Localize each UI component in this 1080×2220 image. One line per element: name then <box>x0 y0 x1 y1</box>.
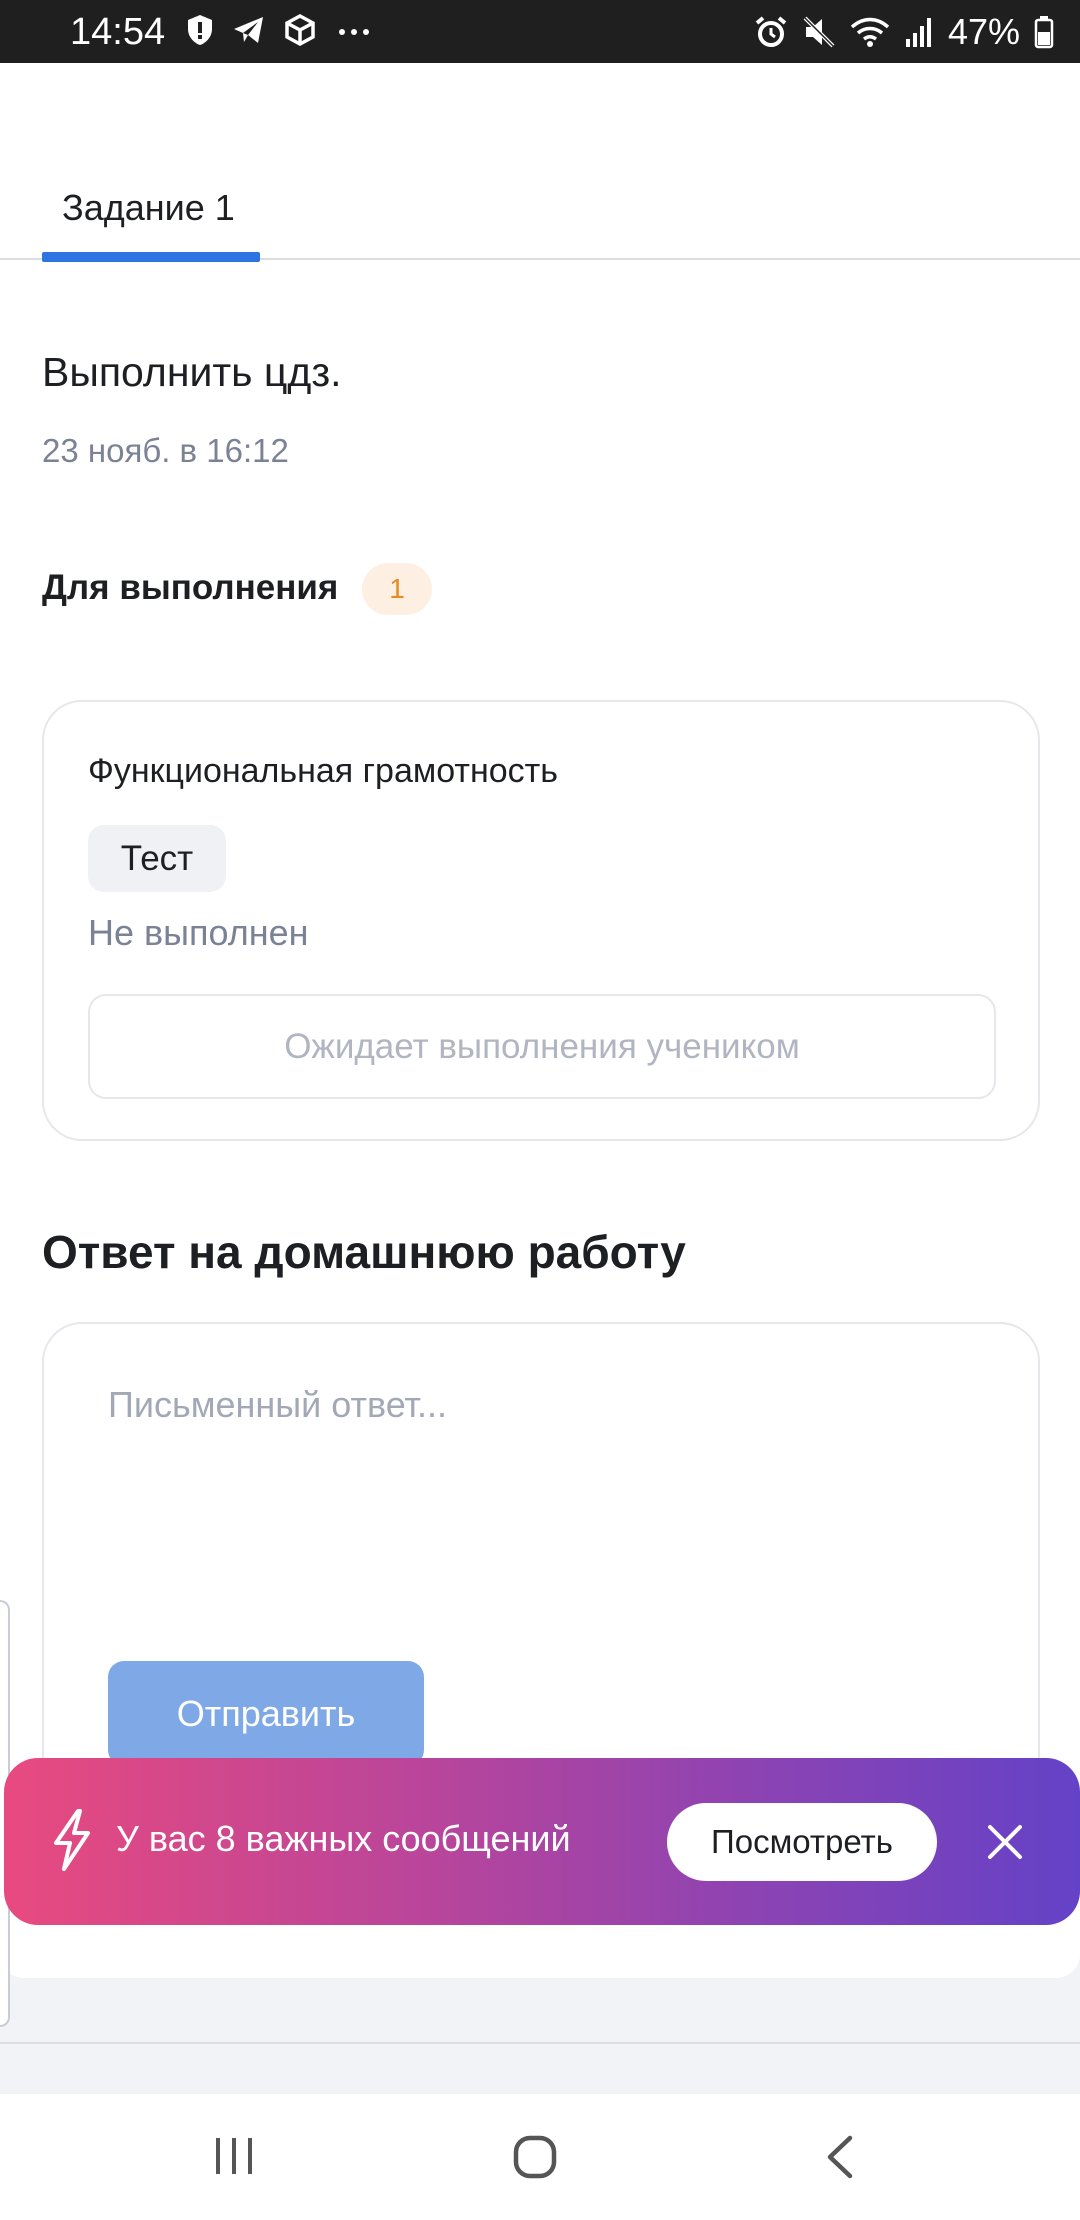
home-icon[interactable] <box>512 2134 558 2185</box>
important-messages-banner: У вас 8 важных сообщений Посмотреть <box>4 1758 1080 1925</box>
recent-apps-icon[interactable] <box>212 2134 256 2183</box>
status-bar: 14:54 47% <box>0 0 1080 63</box>
active-tab-indicator <box>42 252 260 262</box>
send-button[interactable]: Отправить <box>108 1661 424 1766</box>
status-notification-icons <box>186 14 374 46</box>
assignment-card[interactable]: Функциональная грамотность Тест Не выпол… <box>42 700 1040 1141</box>
banner-message: У вас 8 важных сообщений <box>116 1818 571 1859</box>
assignment-type-chip: Тест <box>88 825 226 892</box>
tab-label: Задание 1 <box>62 187 235 228</box>
telegram-icon <box>232 15 266 45</box>
assignment-status: Не выполнен <box>88 912 309 953</box>
wifi-icon <box>850 15 890 49</box>
lightning-icon <box>50 1809 94 1876</box>
assignment-subject: Функциональная грамотность <box>88 752 558 790</box>
tab-bar: Задание 1 <box>0 63 1080 262</box>
answer-form: Отправить <box>42 1322 1040 1832</box>
package-icon <box>284 14 316 46</box>
tab-task-1[interactable]: Задание 1 <box>42 173 260 262</box>
status-time: 14:54 <box>70 11 166 53</box>
written-answer-input[interactable] <box>108 1384 968 1544</box>
todo-count-badge: 1 <box>362 563 432 615</box>
answer-heading: Ответ на домашнюю работу <box>42 1226 686 1278</box>
battery-icon <box>1034 15 1054 49</box>
system-navigation-bar <box>0 2094 1080 2220</box>
alarm-icon <box>754 15 788 49</box>
battery-percent: 47% <box>947 11 1020 52</box>
shield-icon <box>186 14 214 46</box>
task-title: Выполнить цдз. <box>42 349 342 395</box>
more-icon <box>334 14 374 46</box>
status-system-icons: 47% <box>754 8 1054 56</box>
todo-section-label: Для выполнения <box>42 568 339 607</box>
back-icon[interactable] <box>820 2134 860 2185</box>
divider <box>0 2042 1080 2044</box>
close-icon[interactable] <box>986 1823 1024 1866</box>
task-date: 23 нояб. в 16:12 <box>42 432 289 469</box>
view-messages-button[interactable]: Посмотреть <box>667 1803 937 1881</box>
mute-icon <box>802 15 836 49</box>
awaiting-student-button[interactable]: Ожидает выполнения учеником <box>88 994 996 1099</box>
signal-icon <box>904 15 934 49</box>
homework-screen: Задание 1 Выполнить цдз. 23 нояб. в 16:1… <box>0 63 1080 1978</box>
